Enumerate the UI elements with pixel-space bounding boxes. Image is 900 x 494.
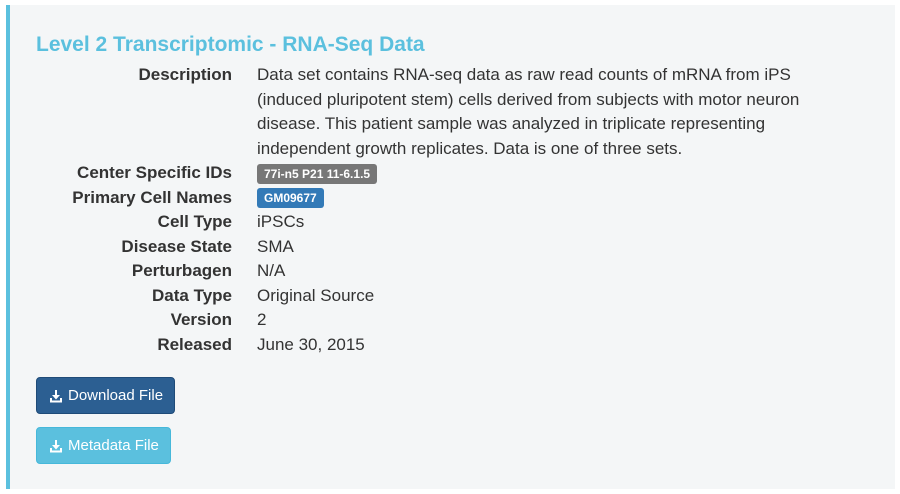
cell-type-row: Cell Type iPSCs [10, 210, 890, 235]
perturbagen-row: Perturbagen N/A [10, 259, 890, 284]
center-specific-ids-value: 77i-n5 P21 11-6.1.5 [257, 161, 827, 186]
version-row: Version 2 [10, 308, 890, 333]
cell-type-label: Cell Type [157, 212, 232, 231]
description-label: Description [138, 65, 232, 84]
data-type-row: Data Type Original Source [10, 284, 890, 309]
dataset-title: Level 2 Transcriptomic - RNA-Seq Data [36, 33, 425, 56]
primary-cell-names-label: Primary Cell Names [72, 187, 232, 207]
version-value: 2 [257, 310, 267, 329]
metadata-file-label: Metadata File [68, 437, 159, 454]
cell-type-value: iPSCs [257, 212, 305, 231]
perturbagen-label: Perturbagen [131, 261, 232, 280]
version-label: Version [170, 310, 232, 329]
download-icon [50, 389, 62, 402]
disease-state-label: Disease State [121, 236, 232, 256]
primary-cell-name-badge[interactable]: GM09677 [257, 188, 324, 209]
center-specific-ids-row: Center Specific IDs 77i-n5 P21 11-6.1.5 [10, 161, 890, 186]
disease-state-row: Disease State SMA [10, 235, 890, 260]
description-value: Data set contains RNA-seq data as raw re… [257, 65, 800, 158]
center-specific-ids-label: Center Specific IDs [77, 163, 232, 182]
released-value: June 30, 2015 [257, 334, 365, 354]
released-label: Released [157, 334, 232, 354]
download-file-button[interactable]: Download File [36, 377, 175, 414]
data-type-value: Original Source [257, 285, 375, 305]
primary-cell-names-value: GM09677 [257, 186, 827, 211]
description-row: Description Data set contains RNA-seq da… [10, 63, 890, 161]
download-file-label: Download File [68, 387, 164, 404]
released-row: Released June 30, 2015 [10, 333, 890, 358]
center-specific-id-badge: 77i-n5 P21 11-6.1.5 [257, 163, 378, 184]
disease-state-value: SMA [257, 236, 294, 256]
dataset-details: Description Data set contains RNA-seq da… [10, 63, 890, 357]
download-icon [50, 439, 62, 452]
perturbagen-value: N/A [257, 261, 286, 280]
primary-cell-names-row: Primary Cell Names GM09677 [10, 186, 890, 211]
metadata-file-button[interactable]: Metadata File [36, 427, 171, 464]
dataset-panel: Level 2 Transcriptomic - RNA-Seq Data De… [6, 5, 895, 489]
data-type-label: Data Type [152, 285, 232, 305]
